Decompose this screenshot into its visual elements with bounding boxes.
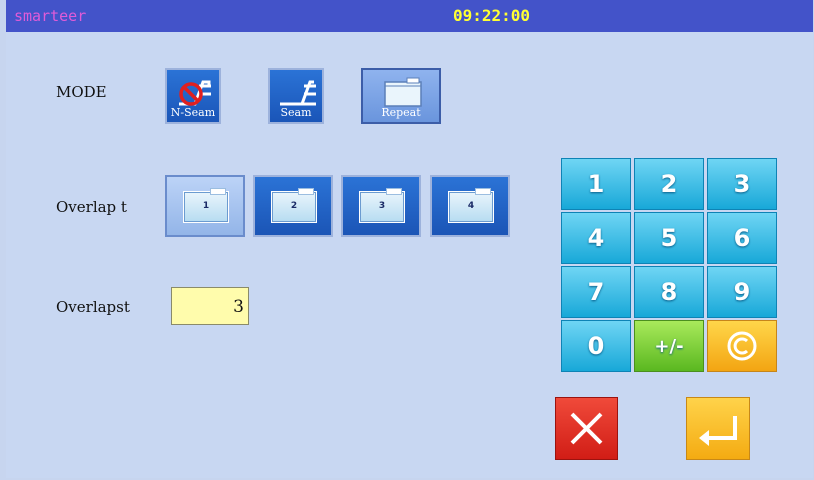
overlaps-label: Overlapst <box>56 298 130 316</box>
key-9[interactable]: 9 <box>707 266 777 318</box>
enter-icon <box>699 416 737 446</box>
overlap-label: Overlap t <box>56 198 127 216</box>
overlap-option-1[interactable]: 1 <box>165 175 245 237</box>
enter-button[interactable] <box>686 397 750 460</box>
overlap-option-2-label: 2 <box>290 201 298 211</box>
seam-icon <box>280 80 316 106</box>
overlap-option-4[interactable]: 4 <box>430 175 510 237</box>
cancel-button[interactable] <box>555 397 618 460</box>
overlap-option-3-label: 3 <box>378 201 386 211</box>
folder-icon: 3 <box>359 188 405 223</box>
clear-icon <box>727 331 757 361</box>
overlaps-value-field[interactable]: 3 <box>171 287 249 325</box>
key-6[interactable]: 6 <box>707 212 777 264</box>
key-8[interactable]: 8 <box>634 266 704 318</box>
overlap-option-2[interactable]: 2 <box>253 175 333 237</box>
mode-seam-button[interactable]: Seam <box>268 68 324 124</box>
key-7[interactable]: 7 <box>561 266 631 318</box>
close-icon <box>570 412 603 445</box>
app-window: smarteer 09:22:00 MODE N-Seam Seam Repea… <box>6 0 813 478</box>
overlap-option-4-label: 4 <box>467 201 475 211</box>
overlap-option-1-label: 1 <box>202 201 210 211</box>
mode-repeat-button[interactable]: Repeat <box>361 68 441 124</box>
mode-label: MODE <box>56 83 107 101</box>
key-clear[interactable] <box>707 320 777 372</box>
key-5[interactable]: 5 <box>634 212 704 264</box>
key-4[interactable]: 4 <box>561 212 631 264</box>
clock: 09:22:00 <box>453 6 531 25</box>
folder-icon: 4 <box>448 188 494 223</box>
brand-label: smarteer <box>14 7 87 25</box>
folder-icon: 1 <box>183 188 229 223</box>
mode-n-seam-button[interactable]: N-Seam <box>165 68 221 124</box>
key-1[interactable]: 1 <box>561 158 631 210</box>
overlap-option-3[interactable]: 3 <box>341 175 421 237</box>
key-plus-minus[interactable]: +/- <box>634 320 704 372</box>
key-0[interactable]: 0 <box>561 320 631 372</box>
folder-icon: 2 <box>271 188 317 223</box>
no-seam-icon <box>179 80 211 106</box>
key-2[interactable]: 2 <box>634 158 704 210</box>
title-bar: smarteer 09:22:00 <box>6 0 813 32</box>
repeat-icon <box>384 77 422 107</box>
key-3[interactable]: 3 <box>707 158 777 210</box>
